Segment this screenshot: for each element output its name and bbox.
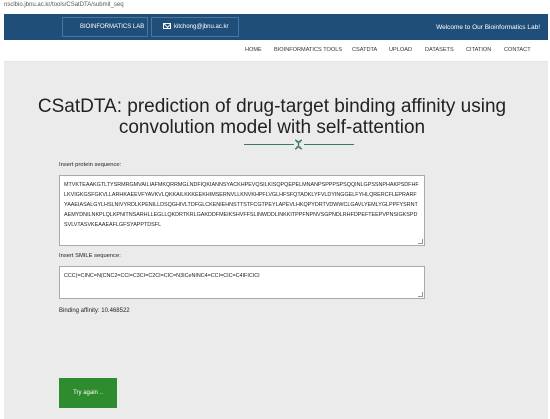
- browser-url-bar[interactable]: nsclbio.jbnu.ac.kr/tools/CSatDTA/submit_…: [0, 0, 550, 14]
- nav-item-bioinformatics-tools[interactable]: BIOINFORMATICS TOOLS: [274, 47, 342, 53]
- welcome-text: Welcome to Our Bioinformatics Lab!: [436, 24, 540, 31]
- nav-item-upload[interactable]: UPLOAD: [389, 47, 412, 53]
- dna-icon: [294, 139, 303, 150]
- nav-item-csatdta[interactable]: CSATDTA: [352, 47, 377, 53]
- email-link[interactable]: kitchong@jbnu.ac.kr: [174, 24, 228, 30]
- binding-affinity-result: Binding affinity: 10.468522: [59, 308, 130, 314]
- nav-item-home[interactable]: HOME: [245, 47, 262, 53]
- nav-item-datasets[interactable]: DATASETS: [425, 47, 454, 53]
- title-divider-left: [244, 144, 294, 145]
- try-again-button[interactable]: Try again ..: [59, 378, 117, 408]
- smile-sequence-label: Insert SMILE sequence:: [59, 253, 121, 259]
- resize-grip-icon[interactable]: [418, 239, 423, 244]
- protein-sequence-input[interactable]: MTVKTEAAKGTLTYSRMRGMVAILIAFMKQRRMGLNDFIQ…: [59, 175, 425, 246]
- page-title-line-2: convolution model with self-attention: [118, 117, 426, 138]
- url-text: nsclbio.jbnu.ac.kr/tools/CSatDTA/submit_…: [4, 2, 124, 8]
- smile-sequence-value: CCC(=CINC=N(CNC2=CCI=C3CI=C2CI=CIC=N3ICe…: [64, 273, 260, 279]
- smile-sequence-input[interactable]: CCC(=CINC=N(CNC2=CCI=C3CI=C2CI=CIC=N3ICe…: [59, 266, 425, 299]
- nav-item-citation[interactable]: CITATION: [466, 47, 491, 53]
- protein-sequence-label: Insert protein sequence:: [59, 162, 122, 168]
- title-divider-right: [304, 144, 354, 145]
- protein-sequence-value: MTVKTEAAKGTLTYSRMRGMVAILIAFMKQRRMGLNDFIQ…: [64, 182, 419, 228]
- page-title-line-1: CSatDTA: prediction of drug-target bindi…: [37, 96, 507, 117]
- main-nav: HOME BIOINFORMATICS TOOLS CSATDTA UPLOAD…: [4, 40, 548, 62]
- top-header-bar: BIOINFORMATICS LAB kitchong@jbnu.ac.kr W…: [4, 14, 548, 40]
- lab-link[interactable]: BIOINFORMATICS LAB: [80, 24, 144, 30]
- resize-grip-icon[interactable]: [418, 292, 423, 297]
- nav-item-contact[interactable]: CONTACT: [504, 47, 531, 53]
- envelope-icon: [163, 23, 171, 29]
